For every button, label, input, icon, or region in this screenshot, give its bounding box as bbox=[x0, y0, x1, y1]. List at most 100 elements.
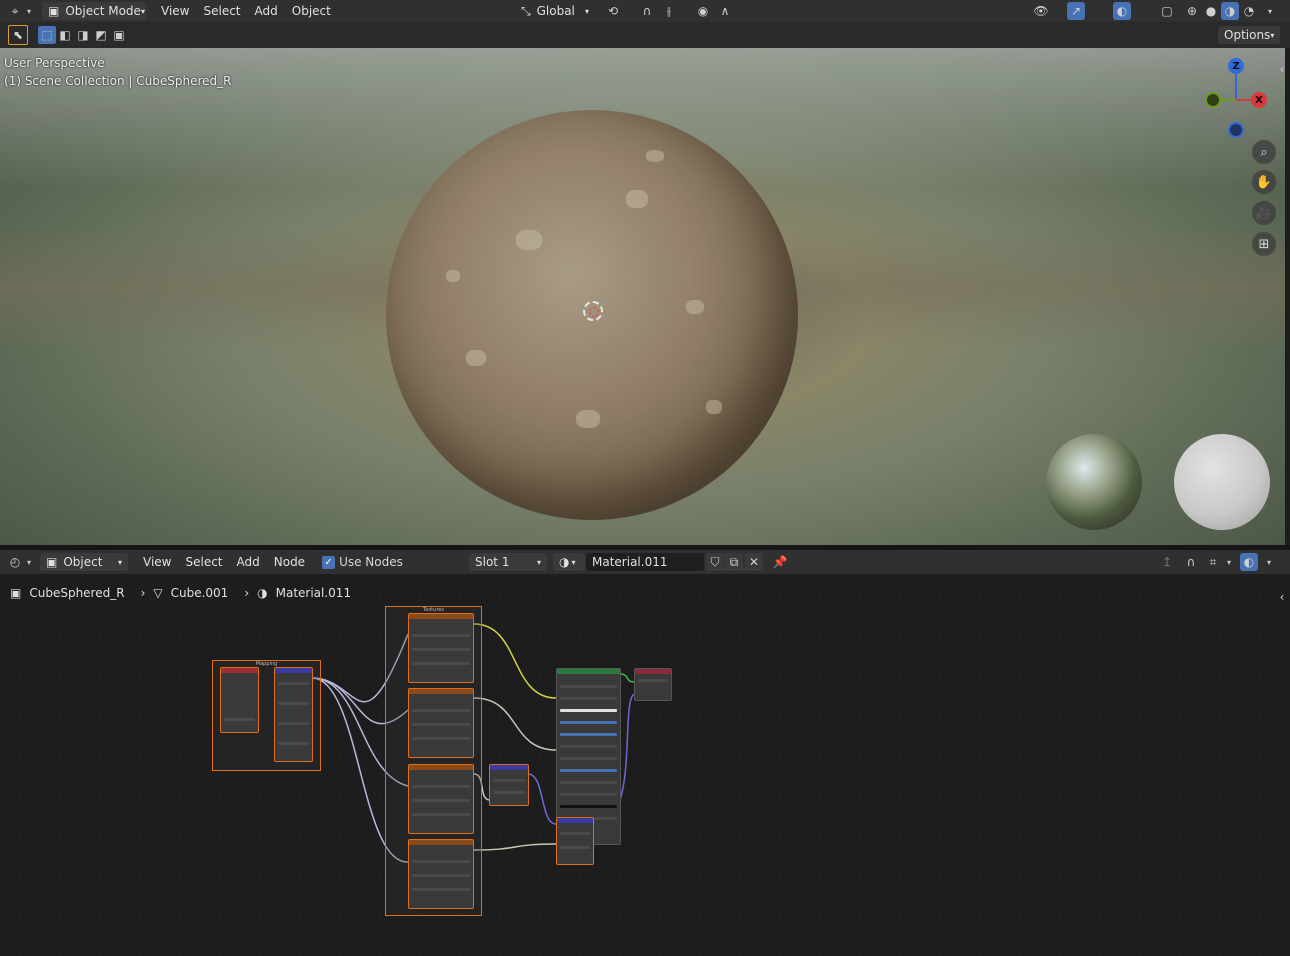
menu-object[interactable]: Object bbox=[285, 4, 338, 18]
parent-node-tree-icon[interactable]: ↥ bbox=[1158, 553, 1176, 571]
gizmo-neg-z-axis[interactable] bbox=[1228, 122, 1244, 138]
snap-increment-icon[interactable]: ⫲ bbox=[660, 2, 678, 20]
editor-type-icon[interactable]: ⌖ bbox=[6, 2, 24, 20]
shader-type-dropdown[interactable]: ▣ Object ▾ bbox=[40, 553, 128, 571]
chevron-down-icon[interactable]: ▾ bbox=[24, 553, 34, 571]
slot-label: Slot 1 bbox=[475, 555, 510, 569]
image-texture-node-displacement[interactable] bbox=[408, 839, 474, 909]
xray-icon[interactable]: ▢ bbox=[1158, 2, 1176, 20]
top-header: ⌖ ▾ ▣ Object Mode ▾ View Select Add Obje… bbox=[0, 0, 1290, 22]
rock-detail bbox=[576, 410, 600, 428]
pan-hand-icon[interactable]: ✋ bbox=[1252, 170, 1276, 194]
select-tool-icon[interactable]: ⬉ bbox=[8, 25, 28, 45]
node-socket-row bbox=[560, 805, 617, 808]
wireframe-shading-icon[interactable]: ⊕ bbox=[1183, 2, 1201, 20]
select-extend-icon[interactable]: ◧ bbox=[56, 26, 74, 44]
editor-type-icon[interactable]: ◴ bbox=[6, 553, 24, 571]
ortho-grid-icon[interactable]: ⊞ bbox=[1252, 232, 1276, 256]
use-nodes-label: Use Nodes bbox=[339, 555, 403, 569]
gizmo-x-axis[interactable]: X bbox=[1251, 92, 1267, 108]
image-texture-node-roughness[interactable] bbox=[408, 688, 474, 758]
visibility-icon[interactable]: 👁 bbox=[1032, 2, 1050, 20]
viewport-sidebar-toggle-icon[interactable]: ‹ bbox=[1276, 60, 1288, 78]
node-socket-row bbox=[560, 757, 617, 760]
node-header bbox=[275, 668, 312, 673]
transform-orientation-dropdown[interactable]: ⤡ Global ▾ bbox=[515, 2, 595, 20]
node-socket-row bbox=[278, 742, 309, 745]
menu-add[interactable]: Add bbox=[248, 4, 285, 18]
node-socket-row bbox=[560, 793, 617, 796]
node-socket-row bbox=[560, 709, 617, 712]
gizmo-y-axis[interactable] bbox=[1205, 92, 1221, 108]
normal-map-node[interactable] bbox=[489, 764, 529, 806]
menu-view[interactable]: View bbox=[154, 4, 196, 18]
chevron-down-icon[interactable]: ▾ bbox=[1220, 553, 1238, 571]
pivot-point-icon[interactable]: ⟲ bbox=[604, 2, 622, 20]
image-texture-node-basecolor[interactable] bbox=[408, 613, 474, 683]
node-socket-row bbox=[278, 682, 309, 685]
sidebar-toggle-icon[interactable]: ‹ bbox=[1276, 588, 1288, 606]
menu-select[interactable]: Select bbox=[196, 4, 247, 18]
options-dropdown[interactable]: Options ▾ bbox=[1218, 26, 1280, 44]
rendered-shading-icon[interactable]: ◔ bbox=[1240, 2, 1258, 20]
select-invert-icon[interactable]: ◩ bbox=[92, 26, 110, 44]
node-socket-row bbox=[560, 846, 590, 849]
select-intersect-icon[interactable]: ▣ bbox=[110, 26, 128, 44]
camera-view-icon[interactable]: 🎥 bbox=[1252, 201, 1276, 225]
material-name-field[interactable]: Material.011 bbox=[586, 553, 704, 571]
gizmo-z-axis[interactable]: Z bbox=[1228, 58, 1244, 74]
node-socket-row bbox=[412, 874, 470, 877]
rock-detail bbox=[686, 300, 704, 314]
gizmo-toggle-icon[interactable]: ↗ bbox=[1067, 2, 1085, 20]
fake-user-shield-icon[interactable]: ⛉ bbox=[706, 553, 724, 571]
use-nodes-checkbox[interactable]: ✓ bbox=[322, 555, 336, 569]
node-header bbox=[221, 668, 258, 673]
node-socket-row bbox=[412, 648, 470, 651]
chevron-down-icon: ▾ bbox=[536, 557, 541, 567]
displacement-node[interactable] bbox=[556, 817, 594, 865]
chevron-down-icon: ▾ bbox=[1270, 30, 1275, 40]
3d-cursor-icon[interactable] bbox=[583, 301, 603, 321]
node-menu-view[interactable]: View bbox=[136, 555, 178, 569]
slot-dropdown[interactable]: Slot 1 ▾ bbox=[469, 553, 547, 571]
rock-detail bbox=[516, 230, 542, 250]
falloff-icon[interactable]: ∧ bbox=[716, 2, 734, 20]
object-icon: ▣ bbox=[46, 555, 58, 569]
node-socket-row bbox=[412, 888, 470, 891]
node-header bbox=[409, 689, 473, 694]
diffuse-preview-sphere bbox=[1174, 434, 1270, 530]
node-socket-row bbox=[412, 737, 470, 740]
zoom-icon[interactable]: ⌕ bbox=[1252, 140, 1276, 164]
node-menu-add[interactable]: Add bbox=[230, 555, 267, 569]
proportional-editing-icon[interactable]: ◉ bbox=[694, 2, 712, 20]
mode-dropdown[interactable]: ▣ Object Mode ▾ bbox=[42, 2, 146, 20]
snap-icon[interactable]: ∩ bbox=[638, 2, 656, 20]
select-new-icon[interactable]: ⬚ bbox=[38, 26, 56, 44]
node-menu-node[interactable]: Node bbox=[267, 555, 312, 569]
node-socket-row bbox=[560, 745, 617, 748]
node-menu-select[interactable]: Select bbox=[178, 555, 229, 569]
chevron-down-icon[interactable]: ▾ bbox=[24, 2, 34, 20]
node-editor-header: ◴ ▾ ▣ Object ▾ View Select Add Node ✓ Us… bbox=[0, 550, 1290, 574]
chevron-down-icon[interactable]: ▾ bbox=[1260, 553, 1278, 571]
pin-icon[interactable]: 📌 bbox=[771, 553, 789, 571]
node-socket-row bbox=[412, 709, 470, 712]
texture-coordinate-node[interactable] bbox=[220, 667, 259, 733]
node-overlay-icon[interactable]: ◐ bbox=[1240, 553, 1258, 571]
node-links bbox=[311, 623, 635, 863]
node-snap-icon[interactable]: ∩ bbox=[1182, 553, 1200, 571]
unlink-material-icon[interactable]: ✕ bbox=[745, 553, 763, 571]
material-shading-icon[interactable]: ◑ bbox=[1221, 2, 1239, 20]
duplicate-material-icon[interactable]: ⧉ bbox=[725, 553, 743, 571]
hdri-preview-sphere bbox=[1046, 434, 1142, 530]
shading-options-icon[interactable]: ▾ bbox=[1261, 2, 1279, 20]
material-browse-button[interactable]: ◑ ▾ bbox=[553, 553, 585, 571]
3d-viewport[interactable]: User Perspective (1) Scene Collection | … bbox=[0, 48, 1285, 545]
options-label: Options bbox=[1224, 28, 1271, 42]
select-subtract-icon[interactable]: ◨ bbox=[74, 26, 92, 44]
material-output-node[interactable] bbox=[634, 668, 672, 701]
solid-shading-icon[interactable]: ● bbox=[1202, 2, 1220, 20]
image-texture-node-normal[interactable] bbox=[408, 764, 474, 834]
overlay-toggle-icon[interactable]: ◐ bbox=[1113, 2, 1131, 20]
mapping-node[interactable] bbox=[274, 667, 313, 762]
